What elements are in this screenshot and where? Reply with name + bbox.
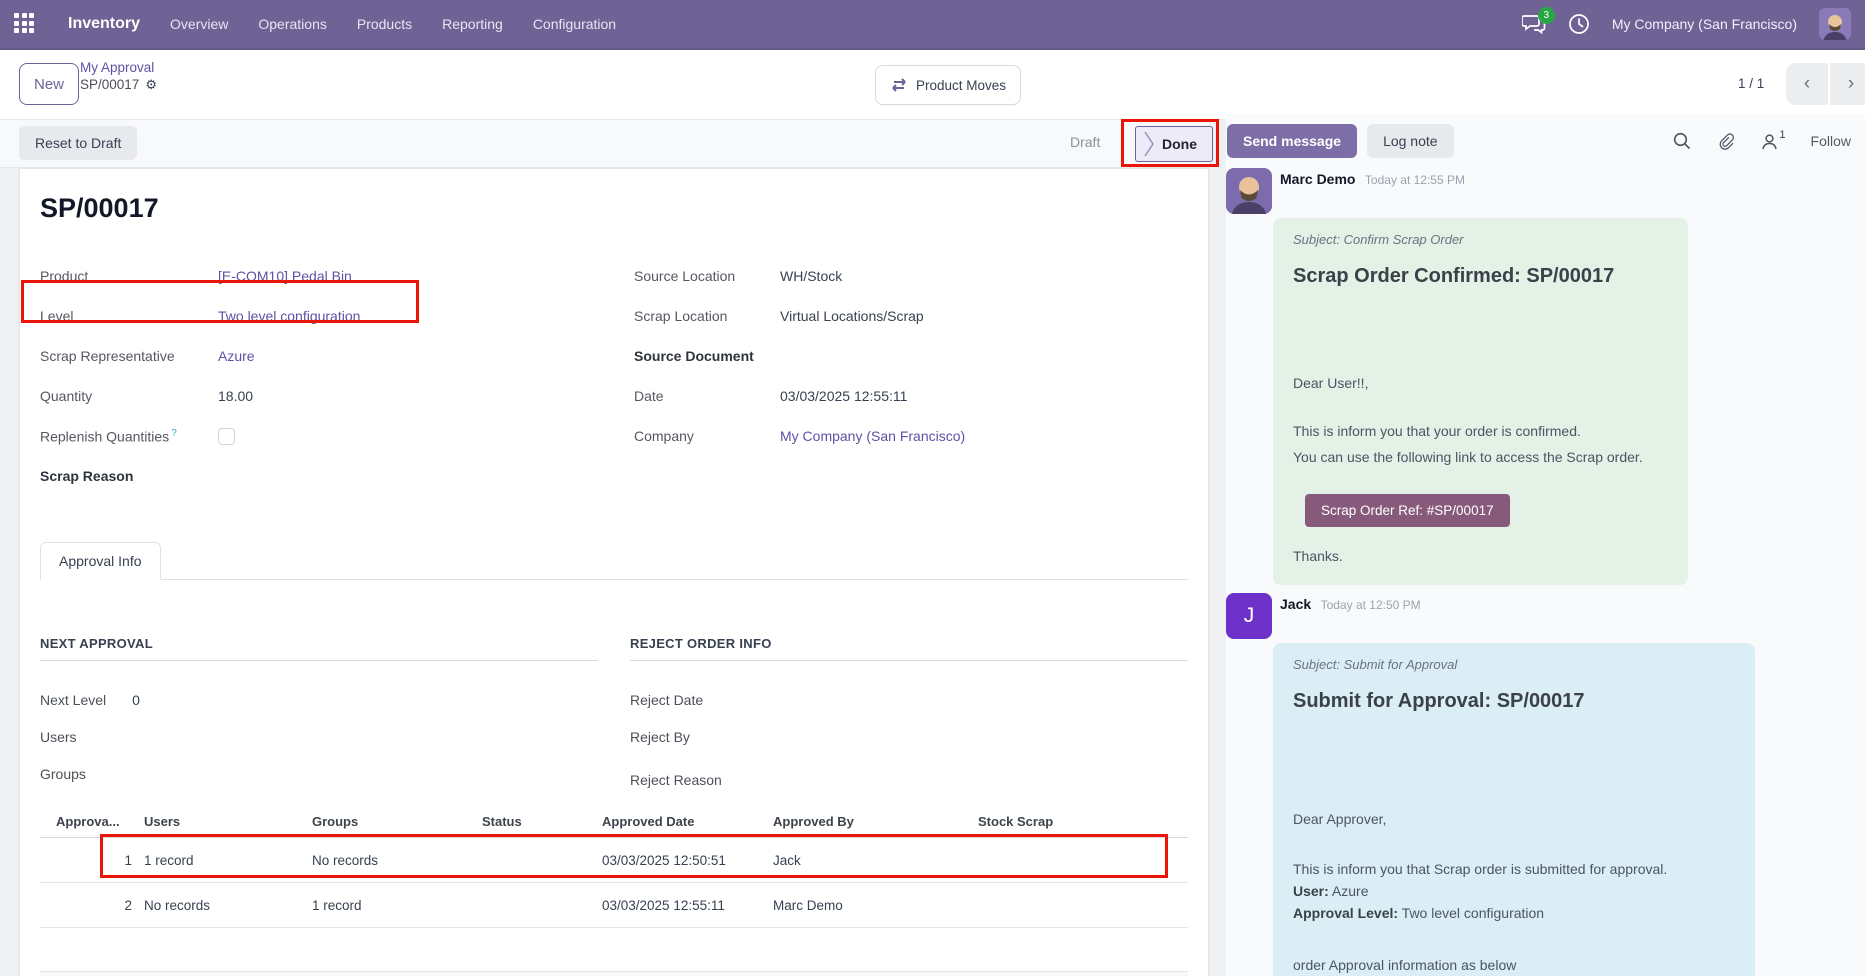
author-avatar[interactable]: J [1226,593,1272,639]
message-author[interactable]: Marc Demo [1280,171,1355,187]
status-bar: Reset to Draft Draft Done [0,120,1209,168]
state-done[interactable]: Done [1135,126,1213,162]
new-button[interactable]: New [19,63,79,105]
followers-count: 1 [1779,129,1785,141]
message-card-confirm: Subject: Confirm Scrap Order Scrap Order… [1273,218,1688,585]
section-reject-order-info: REJECT ORDER INFO Reject Date Reject By … [630,636,1188,798]
reset-to-draft-button[interactable]: Reset to Draft [19,126,137,160]
message-author[interactable]: Jack [1280,596,1311,612]
chevron-right-icon [1144,131,1154,157]
control-panel: New My Approval SP/00017 ⚙ Product Moves… [0,50,1865,120]
approval-table-header: Approva... Users Groups Status Approved … [40,814,1188,838]
field-quantity: Quantity 18.00 [40,376,594,416]
product-moves-button[interactable]: Product Moves [875,65,1021,105]
field-groups: Groups [40,755,598,792]
field-company: Company My Company (San Francisco) [634,416,1188,456]
field-reject-date: Reject Date [630,681,1188,718]
author-avatar[interactable] [1226,168,1272,214]
message-timestamp: Today at 12:50 PM [1321,598,1421,612]
field-reject-reason: Reject Reason [630,761,1188,798]
notebook-tabs: Approval Info [40,542,1188,580]
nav-item-overview[interactable]: Overview [170,16,228,32]
swap-arrows-icon [890,78,908,92]
field-scrap-representative: Scrap Representative Azure [40,336,594,376]
followers-icon[interactable]: 1 [1761,133,1784,150]
breadcrumb: My Approval SP/00017 ⚙ [80,59,157,93]
product-link[interactable]: [E-COM10] Pedal Bin [218,268,352,284]
tab-approval-info[interactable]: Approval Info [40,542,161,580]
nav-item-reporting[interactable]: Reporting [442,16,503,32]
empty-table-row [40,972,1188,976]
message-heading: Submit for Approval: SP/00017 [1293,690,1735,713]
activities-clock-icon[interactable] [1568,13,1590,35]
pager-previous-button[interactable]: ‹ [1786,63,1828,105]
nav-item-products[interactable]: Products [357,16,412,32]
company-link[interactable]: My Company (San Francisco) [780,428,965,444]
field-source-location: Source Location WH/Stock [634,256,1188,296]
table-row-2[interactable]: 2 No records 1 record 03/03/2025 12:55:1… [40,883,1188,928]
message-heading: Scrap Order Confirmed: SP/00017 [1293,265,1668,288]
field-replenish-quantities: Replenish Quantities? [40,416,594,456]
section-title: NEXT APPROVAL [40,636,598,661]
section-title: REJECT ORDER INFO [630,636,1188,661]
section-next-approval: NEXT APPROVAL Next Level 0 Users Groups [40,636,598,798]
company-name[interactable]: My Company (San Francisco) [1612,16,1797,32]
field-source-document: Source Document [634,336,1188,376]
search-messages-icon[interactable] [1673,132,1691,150]
message-jack: J Jack Today at 12:50 PM Subject: Submit… [1226,593,1865,976]
user-avatar[interactable] [1819,8,1851,40]
field-level: Level Two level configuration [40,296,594,336]
message-subject: Subject: Submit for Approval [1293,657,1735,672]
scrap-order-ref-button[interactable]: Scrap Order Ref: #SP/00017 [1305,494,1510,527]
message-marc-demo: Marc Demo Today at 12:55 PM Subject: Con… [1226,168,1865,585]
top-navbar: Inventory Overview Operations Products R… [0,0,1865,50]
approval-table: Approva... Users Groups Status Approved … [40,814,1188,976]
field-users: Users [40,718,598,755]
help-icon[interactable]: ? [171,428,177,439]
follow-button[interactable]: Follow [1811,133,1851,149]
message-timestamp: Today at 12:55 PM [1365,173,1465,187]
pager-count: 1 / 1 [1738,76,1764,91]
messages-badge: 3 [1538,7,1555,24]
page-title: SP/00017 [40,193,1188,224]
app-name[interactable]: Inventory [68,15,140,33]
table-row-1[interactable]: 1 1 record No records 03/03/2025 12:50:5… [40,838,1188,883]
field-reject-by: Reject By [630,718,1188,755]
state-draft[interactable]: Draft [1070,134,1100,150]
message-card-submit: Subject: Submit for Approval Submit for … [1273,643,1755,976]
nav-item-operations[interactable]: Operations [258,16,326,32]
breadcrumb-current: SP/00017 [80,76,139,93]
fields-left-column: Product [E-COM10] Pedal Bin Level Two le… [40,256,594,496]
inventory-app-screen: Inventory Overview Operations Products R… [0,0,1865,976]
replenish-quantities-checkbox[interactable] [218,428,235,445]
chatter-panel: Send message Log note 1 Follow [1226,114,1865,976]
field-next-level: Next Level 0 [40,681,598,718]
pager-next-button[interactable]: › [1830,63,1865,105]
messages-icon[interactable]: 3 [1522,14,1546,34]
apps-grid-icon[interactable] [14,13,36,35]
chatter-toolbar: Send message Log note 1 Follow [1226,114,1865,168]
send-message-button[interactable]: Send message [1227,124,1357,158]
message-subject: Subject: Confirm Scrap Order [1293,232,1668,247]
form-sheet: SP/00017 Product [E-COM10] Pedal Bin Lev… [19,168,1209,976]
gear-icon[interactable]: ⚙ [145,76,157,93]
fields-right-column: Source Location WH/Stock Scrap Location … [634,256,1188,496]
field-scrap-reason: Scrap Reason [40,456,594,496]
field-product: Product [E-COM10] Pedal Bin [40,256,594,296]
log-note-button[interactable]: Log note [1367,124,1454,158]
attachments-paperclip-icon[interactable] [1717,132,1735,150]
breadcrumb-parent[interactable]: My Approval [80,59,157,76]
scrap-representative-link[interactable]: Azure [218,348,255,364]
nav-item-configuration[interactable]: Configuration [533,16,616,32]
field-scrap-location: Scrap Location Virtual Locations/Scrap [634,296,1188,336]
empty-table-row [40,928,1188,972]
level-link[interactable]: Two level configuration [218,308,360,324]
field-date: Date 03/03/2025 12:55:11 [634,376,1188,416]
